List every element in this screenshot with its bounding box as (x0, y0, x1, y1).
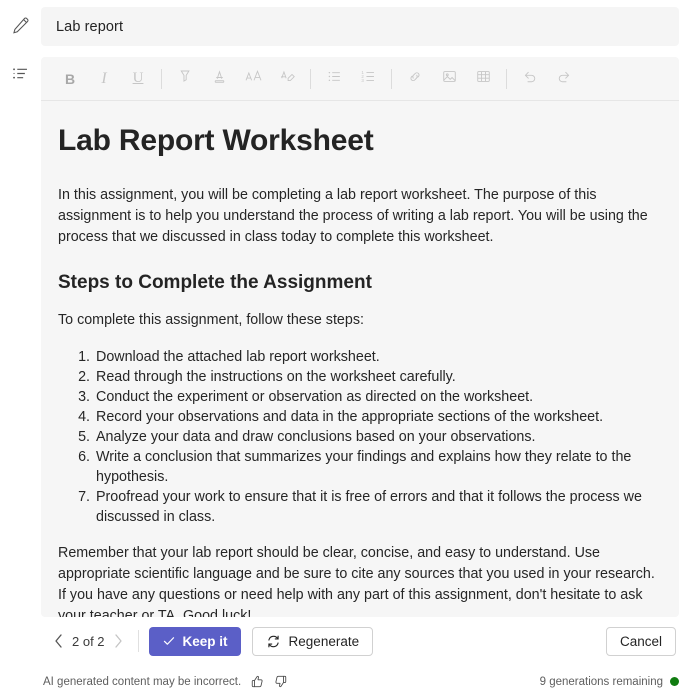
font-size-button[interactable] (238, 64, 268, 94)
undo-button[interactable] (515, 64, 545, 94)
footer-right: 9 generations remaining (540, 676, 679, 688)
keep-it-button[interactable]: Keep it (148, 626, 241, 656)
table-icon (475, 68, 492, 90)
underline-icon: U (132, 70, 144, 86)
highlight-icon (177, 68, 194, 90)
editor-surface: B I U 1 2 3 Lab Report Worksheet In this… (41, 57, 679, 617)
list-item: Read through the instructions on the wor… (94, 367, 660, 387)
footer-left: AI generated content may be incorrect. (43, 673, 295, 690)
bold-icon: B (64, 70, 76, 87)
bold-button[interactable]: B (55, 64, 85, 94)
regenerate-label: Regenerate (288, 633, 360, 649)
intro-paragraph: In this assignment, you will be completi… (58, 186, 648, 245)
left-rail (0, 0, 41, 695)
toolbar-divider (391, 68, 392, 89)
link-button[interactable] (400, 64, 430, 94)
numbered-list-icon: 1 2 3 (360, 68, 377, 90)
bulleted-list-button[interactable] (319, 64, 349, 94)
list-item: Proofread your work to ensure that it is… (94, 487, 660, 527)
list-item: Download the attached lab report workshe… (94, 347, 660, 367)
action-bar: 2 of 2 Keep it Regenerate Cancel (41, 620, 679, 662)
thumbs-up-icon[interactable] (249, 673, 266, 690)
document-body[interactable]: Lab Report Worksheet In this assignment,… (41, 102, 679, 617)
closing-paragraph-1: Remember that your lab report should be … (58, 545, 655, 583)
ai-disclaimer: AI generated content may be incorrect. (43, 675, 242, 688)
pagination: 2 of 2 (41, 627, 130, 655)
font-size-icon (244, 68, 263, 90)
redo-icon (555, 68, 573, 90)
underline-button[interactable]: U (123, 64, 153, 94)
composer-panel: Lab report B I U 1 2 3 Lab Report Worksh… (41, 0, 679, 695)
italic-button[interactable]: I (89, 64, 119, 94)
checkmark-icon (162, 634, 176, 648)
link-icon (406, 68, 424, 90)
footer-bar: AI generated content may be incorrect. 9… (0, 668, 687, 695)
action-bar-divider (137, 630, 139, 652)
closing-paragraph-2: If you have any questions or need help w… (58, 587, 643, 617)
pagination-counter: 2 of 2 (72, 633, 105, 649)
cancel-button[interactable]: Cancel (605, 626, 676, 656)
font-color-icon (211, 68, 228, 90)
list-item: Conduct the experiment or observation as… (94, 387, 660, 407)
pencil-icon[interactable] (7, 12, 33, 38)
list-icon[interactable] (7, 60, 33, 86)
image-icon (441, 68, 458, 90)
italic-icon: I (101, 69, 107, 87)
list-item: Write a conclusion that summarizes your … (94, 447, 660, 487)
title-value: Lab report (56, 18, 124, 35)
formatting-toolbar: B I U 1 2 3 (41, 57, 679, 101)
image-button[interactable] (434, 64, 464, 94)
clear-formatting-icon (278, 68, 296, 90)
undo-icon (521, 68, 539, 90)
thumbs-down-icon[interactable] (272, 673, 289, 690)
svg-text:3: 3 (361, 78, 364, 83)
clear-formatting-button[interactable] (272, 64, 302, 94)
generations-remaining-label: 9 generations remaining (539, 675, 663, 688)
regenerate-button[interactable]: Regenerate (251, 626, 374, 656)
toolbar-divider (161, 68, 162, 89)
next-generation-button[interactable] (108, 630, 130, 652)
document-heading: Lab Report Worksheet (58, 124, 374, 157)
table-button[interactable] (468, 64, 498, 94)
refresh-icon (266, 634, 281, 649)
bulleted-list-icon (326, 68, 343, 90)
toolbar-divider (310, 68, 311, 89)
redo-button[interactable] (549, 64, 579, 94)
previous-generation-button[interactable] (47, 630, 69, 652)
steps-list: Download the attached lab report workshe… (58, 347, 660, 527)
steps-lead-paragraph: To complete this assignment, follow thes… (58, 312, 364, 329)
document-subheading: Steps to Complete the Assignment (58, 271, 372, 293)
toolbar-divider (506, 68, 507, 89)
status-dot-icon (670, 677, 679, 686)
keep-it-label: Keep it (182, 633, 228, 649)
cancel-label: Cancel (619, 633, 662, 649)
title-input[interactable]: Lab report (41, 7, 679, 46)
font-color-button[interactable] (204, 64, 234, 94)
highlight-button[interactable] (170, 64, 200, 94)
list-item: Analyze your data and draw conclusions b… (94, 427, 660, 447)
list-item: Record your observations and data in the… (94, 407, 660, 427)
numbered-list-button[interactable]: 1 2 3 (353, 64, 383, 94)
